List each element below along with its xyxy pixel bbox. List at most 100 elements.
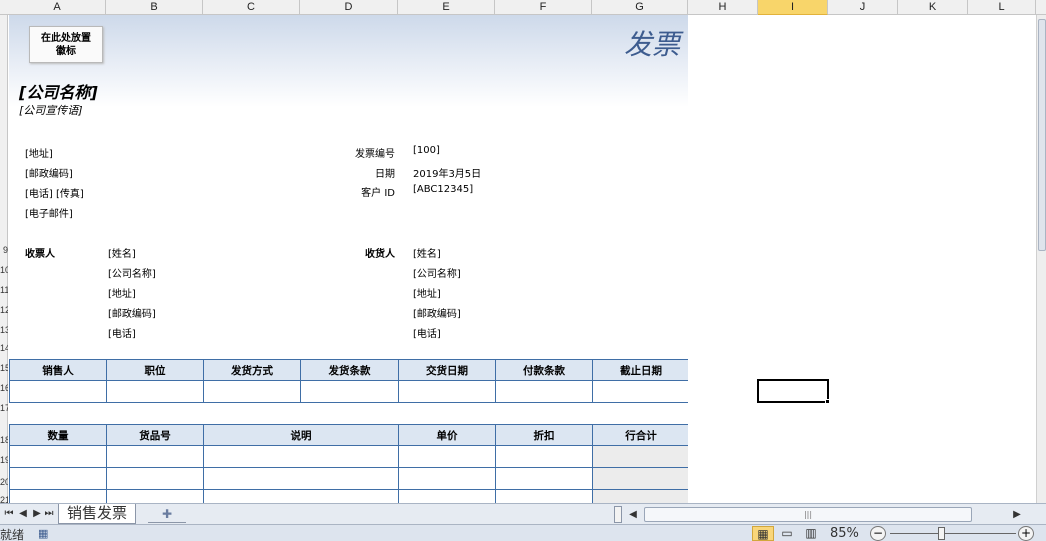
table-cell[interactable] bbox=[592, 380, 688, 403]
table-cell[interactable] bbox=[398, 489, 496, 503]
horizontal-scrollbar[interactable]: ◀ ||| ▶ bbox=[624, 506, 1032, 523]
sheet-tab-sales-invoice[interactable]: 销售发票 bbox=[58, 504, 137, 524]
row-header-20[interactable]: 20 bbox=[0, 477, 8, 487]
row-header-13[interactable]: 13 bbox=[0, 325, 8, 335]
bill-to-name[interactable]: [姓名] bbox=[108, 245, 136, 260]
bill-to-address[interactable]: [地址] bbox=[108, 285, 136, 300]
row-header-bar: 9 10 11 12 13 14 15 16 17 18 19 20 21 bbox=[0, 15, 8, 505]
column-header-c[interactable]: C bbox=[203, 0, 300, 15]
table-cell[interactable] bbox=[495, 489, 593, 503]
table-cell[interactable] bbox=[495, 380, 593, 403]
terms-header-ship-terms: 发货条款 bbox=[300, 359, 399, 381]
column-header-a[interactable]: A bbox=[9, 0, 106, 15]
ship-to-company[interactable]: [公司名称] bbox=[413, 265, 461, 280]
sender-email[interactable]: [电子邮件] bbox=[25, 205, 73, 220]
tab-split-handle[interactable] bbox=[614, 506, 622, 523]
bill-to-phone[interactable]: [电话] bbox=[108, 325, 136, 340]
table-cell[interactable] bbox=[9, 445, 107, 468]
table-cell[interactable] bbox=[300, 380, 399, 403]
ship-to-postal[interactable]: [邮政编码] bbox=[413, 305, 461, 320]
column-header-f[interactable]: F bbox=[495, 0, 592, 15]
bill-to-label: 收票人 bbox=[25, 249, 55, 260]
date-value[interactable]: 2019年3月5日 bbox=[413, 165, 481, 180]
table-cell[interactable] bbox=[592, 489, 688, 503]
first-sheet-icon[interactable]: ⏮ bbox=[2, 506, 16, 522]
row-header-10[interactable]: 10 bbox=[0, 265, 8, 275]
vertical-scrollbar[interactable] bbox=[1036, 15, 1046, 503]
column-header-d[interactable]: D bbox=[300, 0, 398, 15]
zoom-out-icon[interactable]: − bbox=[870, 526, 886, 541]
table-cell[interactable] bbox=[495, 445, 593, 468]
table-cell[interactable] bbox=[203, 489, 399, 503]
bill-to-postal[interactable]: [邮政编码] bbox=[108, 305, 156, 320]
scroll-left-icon[interactable]: ◀ bbox=[626, 506, 640, 523]
ship-to-phone[interactable]: [电话] bbox=[413, 325, 441, 340]
invoice-number-label: 发票编号 bbox=[355, 149, 395, 160]
customer-id-value[interactable]: [ABC12345] bbox=[413, 184, 473, 195]
horizontal-scrollbar-thumb[interactable]: ||| bbox=[644, 507, 972, 522]
table-cell[interactable] bbox=[203, 467, 399, 490]
column-header-h[interactable]: H bbox=[688, 0, 758, 15]
zoom-slider-thumb[interactable] bbox=[938, 527, 945, 540]
row-header-19[interactable]: 19 bbox=[0, 455, 8, 465]
header-banner bbox=[9, 15, 688, 107]
table-cell[interactable] bbox=[398, 467, 496, 490]
prev-sheet-icon[interactable]: ◀ bbox=[16, 506, 30, 522]
row-header-15[interactable]: 15 bbox=[0, 363, 8, 373]
invoice-number-value[interactable]: [100] bbox=[413, 145, 440, 156]
fill-handle[interactable] bbox=[825, 399, 830, 404]
table-cell[interactable] bbox=[106, 467, 204, 490]
row-header-11[interactable]: 11 bbox=[0, 285, 8, 295]
column-header-b[interactable]: B bbox=[106, 0, 203, 15]
table-cell[interactable] bbox=[9, 489, 107, 503]
logo-placeholder[interactable]: 在此处放置 徽标 bbox=[29, 26, 103, 63]
macro-record-icon[interactable]: ▦ bbox=[38, 527, 54, 540]
table-cell[interactable] bbox=[495, 467, 593, 490]
page-layout-view-icon[interactable]: ▭ bbox=[776, 526, 798, 541]
table-cell[interactable] bbox=[398, 445, 496, 468]
column-header-k[interactable]: K bbox=[898, 0, 968, 15]
column-header-e[interactable]: E bbox=[398, 0, 495, 15]
zoom-slider-track[interactable] bbox=[890, 533, 1016, 534]
table-cell[interactable] bbox=[106, 445, 204, 468]
page-break-view-icon[interactable]: ▥ bbox=[800, 526, 822, 541]
table-cell[interactable] bbox=[9, 380, 107, 403]
column-header-j[interactable]: J bbox=[828, 0, 898, 15]
scroll-right-icon[interactable]: ▶ bbox=[1010, 506, 1024, 523]
active-cell-selection[interactable] bbox=[757, 379, 829, 403]
row-header-14[interactable]: 14 bbox=[0, 343, 8, 353]
row-header-16[interactable]: 16 bbox=[0, 383, 8, 393]
row-header-12[interactable]: 12 bbox=[0, 305, 8, 315]
table-cell[interactable] bbox=[398, 380, 496, 403]
table-cell[interactable] bbox=[203, 445, 399, 468]
table-cell[interactable] bbox=[9, 467, 107, 490]
sender-phone-fax[interactable]: [电话] [传真] bbox=[25, 185, 84, 200]
zoom-level[interactable]: 85% bbox=[830, 526, 859, 541]
vertical-scrollbar-thumb[interactable] bbox=[1038, 19, 1046, 251]
new-sheet-icon[interactable]: ✚ bbox=[148, 506, 186, 523]
company-name[interactable]: [公司名称] bbox=[19, 79, 98, 103]
table-cell[interactable] bbox=[592, 467, 688, 490]
column-header-g[interactable]: G bbox=[592, 0, 688, 15]
table-cell[interactable] bbox=[203, 380, 301, 403]
normal-view-icon[interactable]: ▦ bbox=[752, 526, 774, 541]
last-sheet-icon[interactable]: ⏭ bbox=[42, 506, 56, 522]
ship-to-address[interactable]: [地址] bbox=[413, 285, 441, 300]
table-cell[interactable] bbox=[106, 489, 204, 503]
column-header-i[interactable]: I bbox=[758, 0, 828, 15]
zoom-in-icon[interactable]: + bbox=[1018, 526, 1034, 541]
table-cell[interactable] bbox=[106, 380, 204, 403]
company-slogan[interactable]: [公司宣传语] bbox=[19, 102, 83, 118]
items-table: 数量 货品号 说明 单价 折扣 行合计 bbox=[9, 424, 688, 503]
customer-id-label: 客户 ID bbox=[361, 188, 395, 199]
table-cell[interactable] bbox=[592, 445, 688, 468]
sender-postal-code[interactable]: [邮政编码] bbox=[25, 165, 73, 180]
items-header-row: 数量 货品号 说明 单价 折扣 行合计 bbox=[9, 424, 688, 446]
row-header-9[interactable]: 9 bbox=[0, 245, 8, 255]
column-header-l[interactable]: L bbox=[968, 0, 1036, 15]
row-header-17[interactable]: 17 bbox=[0, 403, 8, 413]
ship-to-name[interactable]: [姓名] bbox=[413, 245, 441, 260]
bill-to-company[interactable]: [公司名称] bbox=[108, 265, 156, 280]
row-header-18[interactable]: 18 bbox=[0, 435, 8, 445]
sender-address[interactable]: [地址] bbox=[25, 145, 53, 160]
